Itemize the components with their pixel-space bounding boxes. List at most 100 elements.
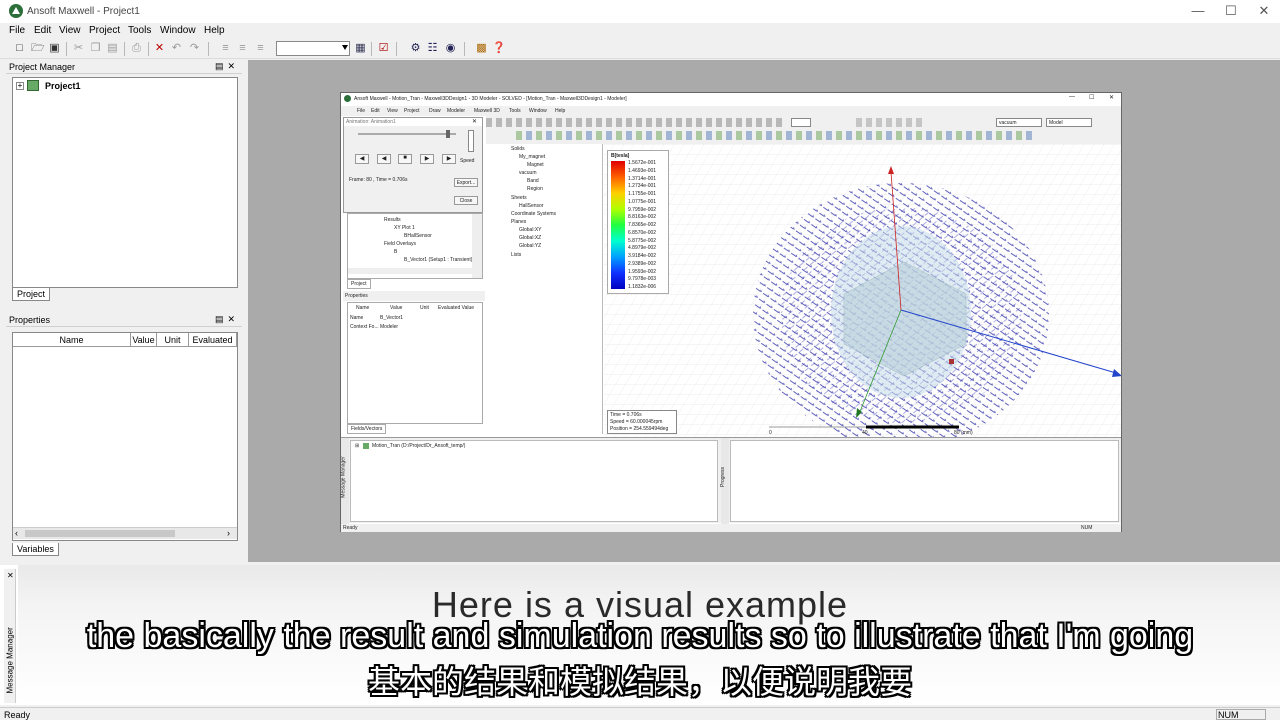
model-hallsensor[interactable]: HallSensor — [519, 203, 543, 209]
tab-project[interactable]: Project — [12, 288, 51, 301]
stop-button[interactable]: ■ — [398, 154, 412, 164]
analyze-icon[interactable]: ⚙ — [409, 42, 422, 55]
inner-material-combo[interactable]: vacuum — [996, 118, 1042, 127]
play-forward-button[interactable]: ▶ — [442, 154, 456, 164]
print-icon[interactable]: ⎙ — [130, 42, 143, 55]
inner-tab-fields-vectors[interactable]: Fields/Vectors — [347, 424, 387, 434]
model-global-xy[interactable]: Global:XY — [519, 227, 542, 233]
inner-model-combo[interactable]: Model — [1046, 118, 1092, 127]
menu-tools[interactable]: Tools — [128, 25, 151, 36]
model-coordinate-systems[interactable]: Coordinate Systems — [511, 211, 556, 217]
animation-close-icon[interactable]: ✕ — [472, 118, 477, 125]
step-forward-button[interactable]: ▶ — [420, 154, 434, 164]
redo-icon[interactable]: ↷ — [188, 42, 201, 55]
tree-results[interactable]: Results — [384, 217, 401, 223]
inner-menu-tools[interactable]: Tools — [509, 108, 521, 114]
tree-field-overlays[interactable]: Field Overlays — [384, 241, 416, 247]
panel-pin-close-icon[interactable]: ▤✕ — [215, 61, 239, 72]
inner-row-name-value[interactable]: B_Vector1 — [380, 315, 403, 321]
menu-edit[interactable]: Edit — [34, 25, 51, 36]
model-global-xz[interactable]: Global:XZ — [519, 235, 541, 241]
tree-b[interactable]: B — [394, 249, 397, 255]
model-global-yz[interactable]: Global:YZ — [519, 243, 541, 249]
inner-menu-edit[interactable]: Edit — [371, 108, 380, 114]
model-planes[interactable]: Planes — [511, 219, 526, 225]
delete-icon[interactable]: ✕ — [153, 42, 166, 55]
results-icon[interactable]: ☷ — [426, 42, 439, 55]
model-solids[interactable]: Solids — [511, 146, 525, 152]
inner-menu-view[interactable]: View — [387, 108, 398, 114]
cut-icon[interactable]: ✂ — [72, 42, 85, 55]
fields-icon[interactable]: ◉ — [444, 42, 457, 55]
inner-close-icon[interactable]: ✕ — [1109, 94, 1114, 101]
optimize-icon[interactable]: ▩ — [475, 42, 488, 55]
inner-row-context-value[interactable]: Modeler — [380, 324, 398, 330]
copy-icon[interactable]: ❐ — [89, 42, 102, 55]
tree-b-vector[interactable]: B_Vector1 (Setup1 : Transient) — [404, 257, 472, 263]
project-root-item[interactable]: Project1 — [45, 81, 81, 91]
inner-menu-file[interactable]: File — [357, 108, 365, 114]
tree-xy-plot[interactable]: XY Plot 1 — [394, 225, 415, 231]
model-band[interactable]: Band — [527, 178, 539, 184]
col-unit[interactable]: Unit — [157, 333, 189, 347]
inner-menu-project[interactable]: Project — [404, 108, 420, 114]
menu-help[interactable]: Help — [204, 25, 225, 36]
message-item[interactable]: Motion_Tran (D:/Project/Dr_Ansoft_temp/) — [372, 443, 465, 449]
inner-menu-help[interactable]: Help — [555, 108, 565, 114]
col-evaluated[interactable]: Evaluated — [189, 333, 237, 347]
inner-menu-modeler[interactable]: Modeler — [447, 108, 465, 114]
inner-minimize-icon[interactable]: — — [1069, 94, 1075, 100]
col-value[interactable]: Value — [131, 333, 157, 347]
model-my-magnet[interactable]: My_magnet — [519, 154, 545, 160]
open-folder-icon[interactable]: 🗁 — [31, 42, 45, 55]
menu-window[interactable]: Window — [160, 25, 196, 36]
inner-combo-blank[interactable] — [791, 118, 811, 127]
model-lists[interactable]: Lists — [511, 252, 521, 258]
export-button[interactable]: Export... — [454, 178, 478, 187]
inner-menu-maxwell3d[interactable]: Maxwell 3D — [474, 108, 500, 114]
toolbar-combo[interactable] — [276, 41, 350, 56]
inner-menu-window[interactable]: Window — [529, 108, 547, 114]
3d-viewport[interactable]: B[tesla] 1.5672e-001 1.4693e-001 1.3714e-0… — [604, 144, 1121, 437]
inner-menu-draw[interactable]: Draw — [429, 108, 441, 114]
scroll-left-icon[interactable]: ‹ — [15, 528, 18, 538]
minimize-button[interactable]: — — [1183, 2, 1213, 20]
menu-file[interactable]: File — [9, 25, 25, 36]
menu-project[interactable]: Project — [89, 25, 120, 36]
inner-maximize-icon[interactable]: ☐ — [1089, 94, 1094, 101]
scroll-right-icon[interactable]: › — [227, 528, 230, 538]
speed-slider[interactable] — [468, 130, 474, 152]
col-name[interactable]: Name — [13, 333, 131, 347]
tab-variables[interactable]: Variables — [12, 543, 59, 556]
maximize-button[interactable]: ☐ — [1216, 2, 1246, 20]
message-manager-close-icon[interactable]: ✕ — [7, 571, 14, 580]
tree-vertical-scrollbar[interactable] — [472, 214, 482, 278]
menu-view[interactable]: View — [59, 25, 81, 36]
animation-frame-slider[interactable] — [358, 130, 456, 138]
undo-icon[interactable]: ↶ — [170, 42, 183, 55]
align-center-icon[interactable]: ≡ — [236, 42, 249, 55]
horizontal-scrollbar[interactable]: ‹ › — [13, 527, 237, 539]
inner-toolbar-row2-icon[interactable] — [516, 131, 1036, 140]
model-magnet[interactable]: Magnet — [527, 162, 544, 168]
message-expand-icon[interactable]: ⊞ — [355, 443, 359, 449]
help-pointer-icon[interactable]: ❓ — [492, 42, 506, 55]
new-file-icon[interactable]: □ — [13, 42, 26, 55]
validate-icon[interactable]: ☑ — [377, 42, 390, 55]
inner-toolbar-row1-icon[interactable] — [486, 118, 786, 127]
model-vacuum[interactable]: vacuum — [519, 170, 537, 176]
inner-toolbar-row1b-icon[interactable] — [856, 118, 926, 127]
animation-close-button[interactable]: Close — [454, 196, 478, 205]
expand-icon[interactable]: + — [16, 82, 24, 90]
align-left-icon[interactable]: ≡ — [219, 42, 232, 55]
inner-tab-project[interactable]: Project — [347, 279, 371, 289]
design-settings-icon[interactable]: ▦ — [354, 42, 367, 55]
step-back-button[interactable]: ◀ — [377, 154, 391, 164]
panel-pin-close-icon[interactable]: ▤✕ — [215, 314, 239, 325]
scroll-thumb[interactable] — [25, 530, 175, 537]
slider-thumb[interactable] — [446, 130, 450, 138]
play-reverse-button[interactable]: ◀ — [355, 154, 369, 164]
save-icon[interactable]: ▣ — [48, 42, 61, 55]
tree-horizontal-scrollbar[interactable] — [348, 268, 472, 274]
align-right-icon[interactable]: ≡ — [254, 42, 267, 55]
